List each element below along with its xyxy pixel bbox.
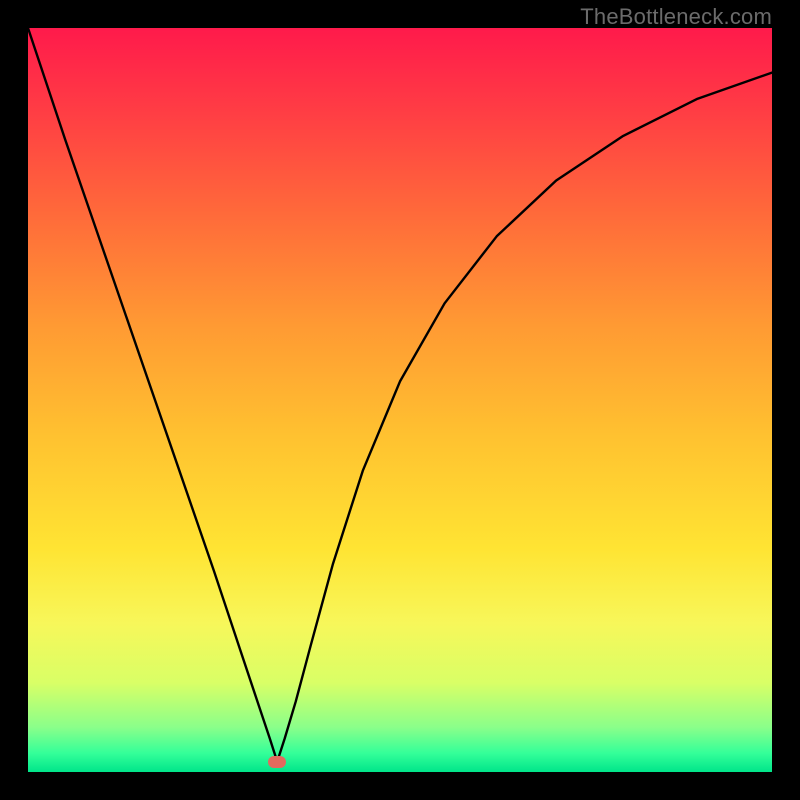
chart-frame: { "watermark": "TheBottleneck.com", "col… [0, 0, 800, 800]
minimum-marker [268, 756, 286, 768]
plot-area [28, 28, 772, 772]
watermark-text: TheBottleneck.com [580, 4, 772, 30]
bottleneck-curve [28, 28, 772, 772]
